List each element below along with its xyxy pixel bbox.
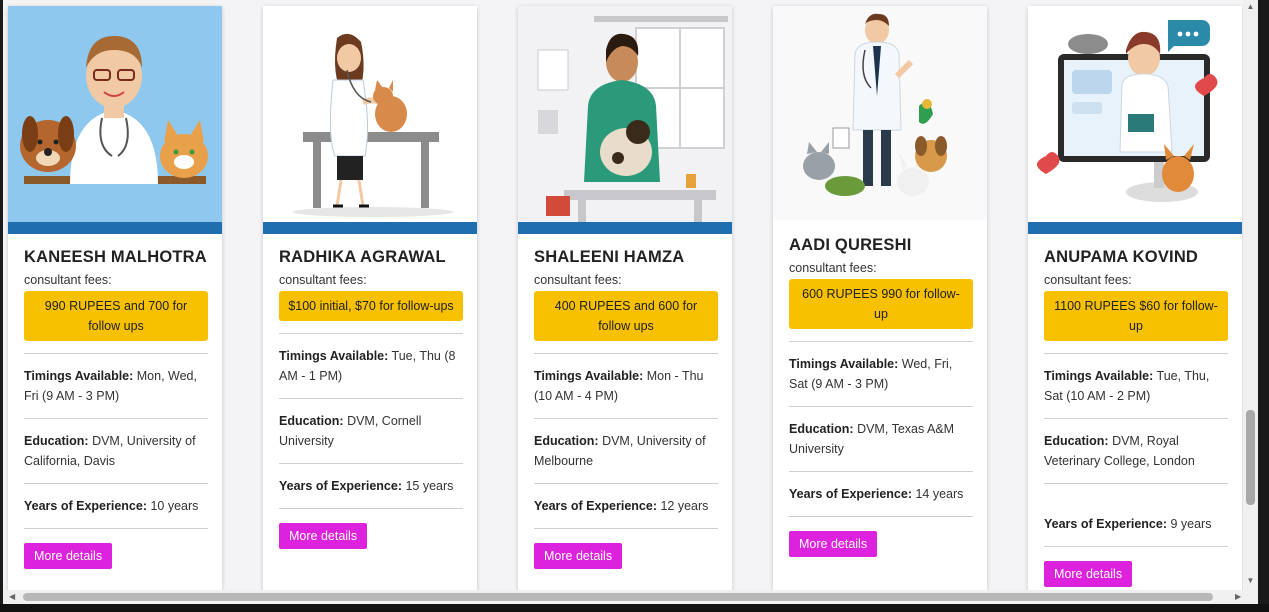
doctor-card: KANEESH MALHOTRA consultant fees: 990 RU…: [8, 6, 222, 590]
experience-label: Years of Experience:: [1044, 517, 1167, 531]
window-bottom-edge: [0, 604, 1269, 612]
divider: [24, 418, 208, 419]
experience-info: Years of Experience: 15 years: [279, 476, 463, 496]
fees-label: consultant fees:: [1044, 273, 1132, 287]
timings-info: Timings Available: Wed, Fri, Sat (9 AM -…: [789, 354, 973, 394]
fee-badge: $100 initial, $70 for follow-ups: [279, 291, 463, 321]
more-details-button[interactable]: More details: [279, 523, 368, 549]
experience-label: Years of Experience:: [24, 499, 147, 513]
divider: [534, 483, 718, 484]
experience-label: Years of Experience:: [534, 499, 657, 513]
experience-info: Years of Experience: 14 years: [789, 484, 973, 504]
education-label: Education:: [789, 422, 854, 436]
education-label: Education:: [534, 434, 599, 448]
vertical-scrollbar[interactable]: ▲ ▼: [1243, 0, 1258, 590]
fee-badge: 600 RUPEES 990 for follow-up: [789, 279, 973, 329]
divider: [789, 516, 973, 517]
divider: [534, 418, 718, 419]
experience-label: Years of Experience:: [279, 479, 402, 493]
experience-info: Years of Experience: 12 years: [534, 496, 718, 516]
more-details-button[interactable]: More details: [789, 531, 878, 557]
doctor-card: AADI QURESHI consultant fees: 600 RUPEES…: [773, 6, 987, 590]
divider: [1044, 418, 1228, 419]
vertical-scrollbar-thumb[interactable]: [1246, 410, 1255, 505]
vet-examining-cat-illustration: [263, 6, 477, 234]
vet-with-pets-illustration: [773, 6, 987, 220]
divider: [24, 528, 208, 529]
timings-info: Timings Available: Tue, Thu, Sat (10 AM …: [1044, 366, 1228, 406]
divider: [1044, 546, 1228, 547]
doctor-name: KANEESH MALHOTRA: [24, 248, 207, 266]
vet-with-dog-and-cat-illustration: [8, 6, 222, 234]
experience-value: 9 years: [1166, 517, 1212, 531]
more-details-button[interactable]: More details: [1044, 561, 1133, 587]
divider: [279, 333, 463, 334]
timings-info: Timings Available: Mon, Wed, Fri (9 AM -…: [24, 366, 208, 406]
timings-info: Timings Available: Tue, Thu (8 AM - 1 PM…: [279, 346, 463, 386]
more-details-button[interactable]: More details: [534, 543, 623, 569]
experience-label: Years of Experience:: [789, 487, 912, 501]
experience-info: Years of Experience: 10 years: [24, 496, 208, 516]
divider: [789, 471, 973, 472]
doctor-name: ANUPAMA KOVIND: [1044, 248, 1199, 266]
timings-label: Timings Available:: [534, 369, 644, 383]
experience-value: 14 years: [911, 487, 964, 501]
education-info: Education: DVM, Texas A&M University: [789, 419, 973, 459]
divider: [279, 463, 463, 464]
timings-label: Timings Available:: [24, 369, 134, 383]
fee-badge: 1100 RUPEES $60 for follow-up: [1044, 291, 1228, 341]
doctor-cards-viewport: KANEESH MALHOTRA consultant fees: 990 RU…: [3, 0, 1243, 590]
scroll-up-arrow-icon[interactable]: ▲: [1246, 2, 1255, 11]
fees-label: consultant fees:: [279, 273, 367, 287]
fees-label: consultant fees:: [534, 273, 622, 287]
scroll-right-arrow-icon[interactable]: ▶: [1235, 590, 1241, 604]
divider: [279, 398, 463, 399]
timings-label: Timings Available:: [789, 357, 899, 371]
doctor-name: AADI QURESHI: [789, 236, 912, 254]
experience-value: 15 years: [401, 479, 454, 493]
online-vet-consultation-illustration: [1028, 6, 1242, 234]
divider: [534, 353, 718, 354]
divider: [279, 508, 463, 509]
doctor-card: ANUPAMA KOVIND consultant fees: 1100 RUP…: [1028, 6, 1242, 590]
education-info: Education: DVM, Cornell University: [279, 411, 463, 451]
divider: [789, 406, 973, 407]
doctor-card: RADHIKA AGRAWAL consultant fees: $100 in…: [263, 6, 477, 590]
divider: [789, 341, 973, 342]
scroll-left-arrow-icon[interactable]: ◀: [9, 590, 15, 604]
divider: [1044, 483, 1228, 484]
divider: [534, 528, 718, 529]
divider: [1044, 353, 1228, 354]
divider: [24, 483, 208, 484]
experience-info: Years of Experience: 9 years: [1044, 514, 1228, 534]
education-label: Education:: [24, 434, 89, 448]
scroll-down-arrow-icon[interactable]: ▼: [1246, 576, 1255, 585]
doctor-name: RADHIKA AGRAWAL: [279, 248, 446, 266]
more-details-button[interactable]: More details: [24, 543, 113, 569]
fees-label: consultant fees:: [24, 273, 112, 287]
doctor-card: SHALEENI HAMZA consultant fees: 400 RUPE…: [518, 6, 732, 590]
education-info: Education: DVM, Royal Veterinary College…: [1044, 431, 1228, 471]
timings-info: Timings Available: Mon - Thu (10 AM - 4 …: [534, 366, 718, 406]
fees-label: consultant fees:: [789, 261, 877, 275]
experience-value: 10 years: [146, 499, 199, 513]
education-info: Education: DVM, University of Melbourne: [534, 431, 718, 471]
education-label: Education:: [1044, 434, 1109, 448]
education-label: Education:: [279, 414, 344, 428]
vet-holding-dog-illustration: [518, 6, 732, 234]
horizontal-scrollbar-thumb[interactable]: [23, 593, 1213, 601]
horizontal-scrollbar[interactable]: ◀ ▶: [3, 590, 1258, 604]
fee-badge: 990 RUPEES and 700 for follow ups: [24, 291, 208, 341]
timings-label: Timings Available:: [1044, 369, 1154, 383]
fee-badge: 400 RUPEES and 600 for follow ups: [534, 291, 718, 341]
experience-value: 12 years: [656, 499, 709, 513]
education-info: Education: DVM, University of California…: [24, 431, 208, 471]
divider: [24, 353, 208, 354]
doctor-name: SHALEENI HAMZA: [534, 248, 685, 266]
timings-label: Timings Available:: [279, 349, 389, 363]
